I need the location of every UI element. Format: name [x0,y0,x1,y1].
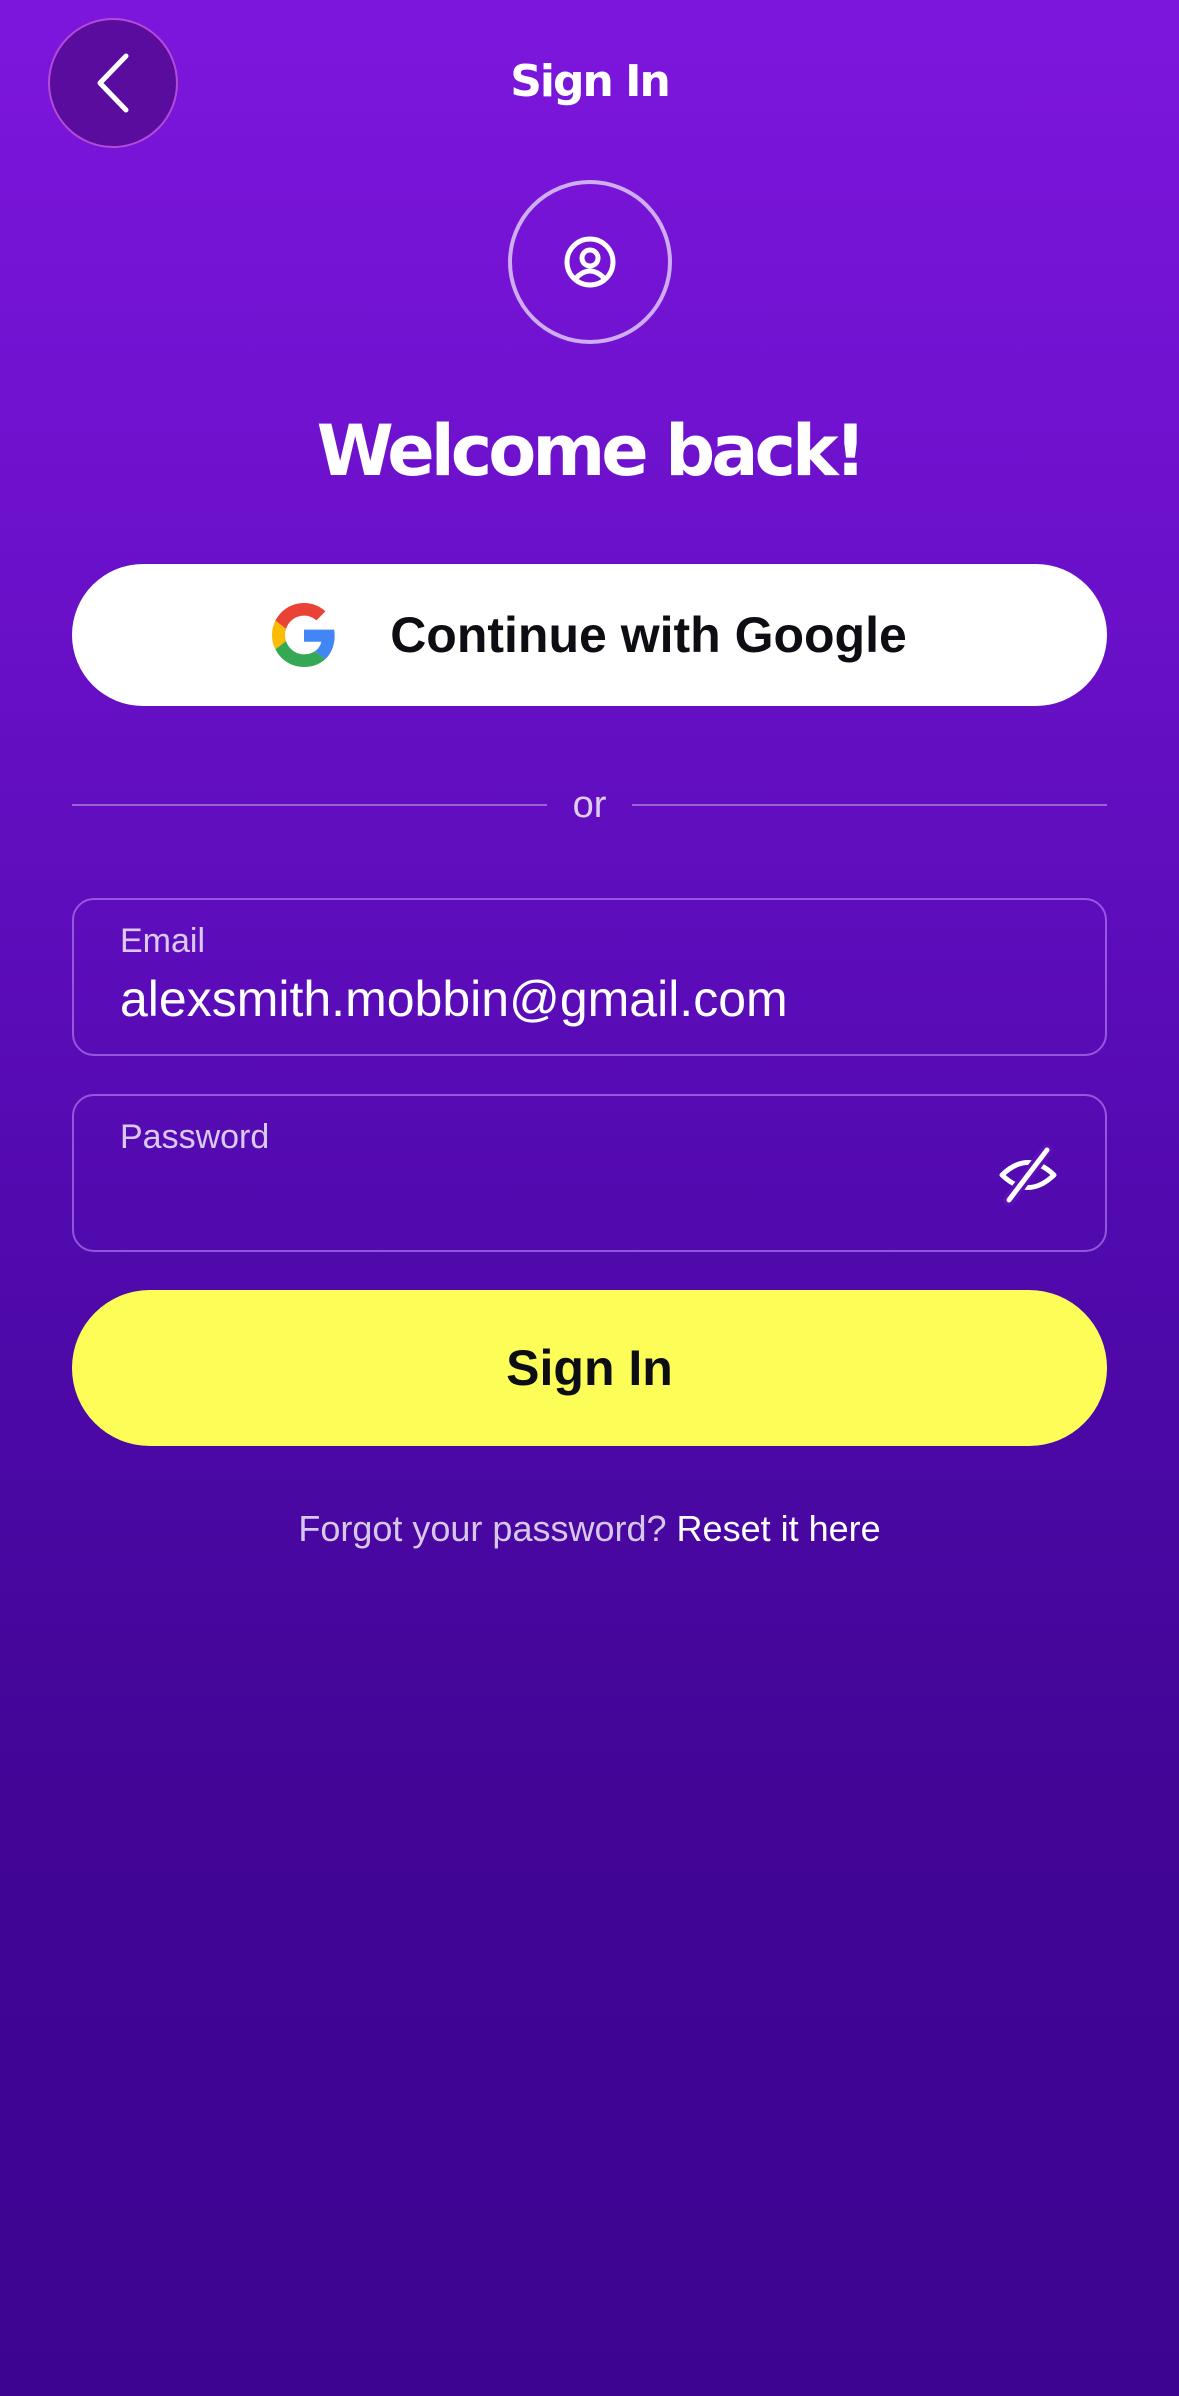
divider-text: or [572,783,607,826]
sign-in-button[interactable]: Sign In [72,1290,1107,1446]
divider-line-left [72,804,547,806]
continue-with-google-label: Continue with Google [390,607,907,663]
google-icon [272,603,335,667]
user-circle-icon [564,236,616,288]
welcome-heading: Welcome back! [316,410,867,492]
forgot-password-row: Forgot your password? Reset it here [0,1504,1179,1554]
password-field[interactable]: Password [72,1094,1107,1252]
continue-with-google-button[interactable]: Continue with Google [72,564,1107,706]
password-label: Password [120,1118,270,1156]
divider-line-right [632,804,1108,806]
page-title: Sign In [510,56,671,107]
sign-in-label: Sign In [506,1340,673,1396]
email-input[interactable]: alexsmith.mobbin@gmail.com [120,970,788,1028]
email-field[interactable]: Email alexsmith.mobbin@gmail.com [72,898,1107,1056]
reset-password-link[interactable]: Reset it here [677,1508,881,1549]
avatar [508,180,672,344]
forgot-password-prompt: Forgot your password? [298,1508,667,1549]
eye-off-icon[interactable] [997,1144,1059,1206]
or-divider: or [72,780,1108,830]
email-label: Email [120,922,206,960]
